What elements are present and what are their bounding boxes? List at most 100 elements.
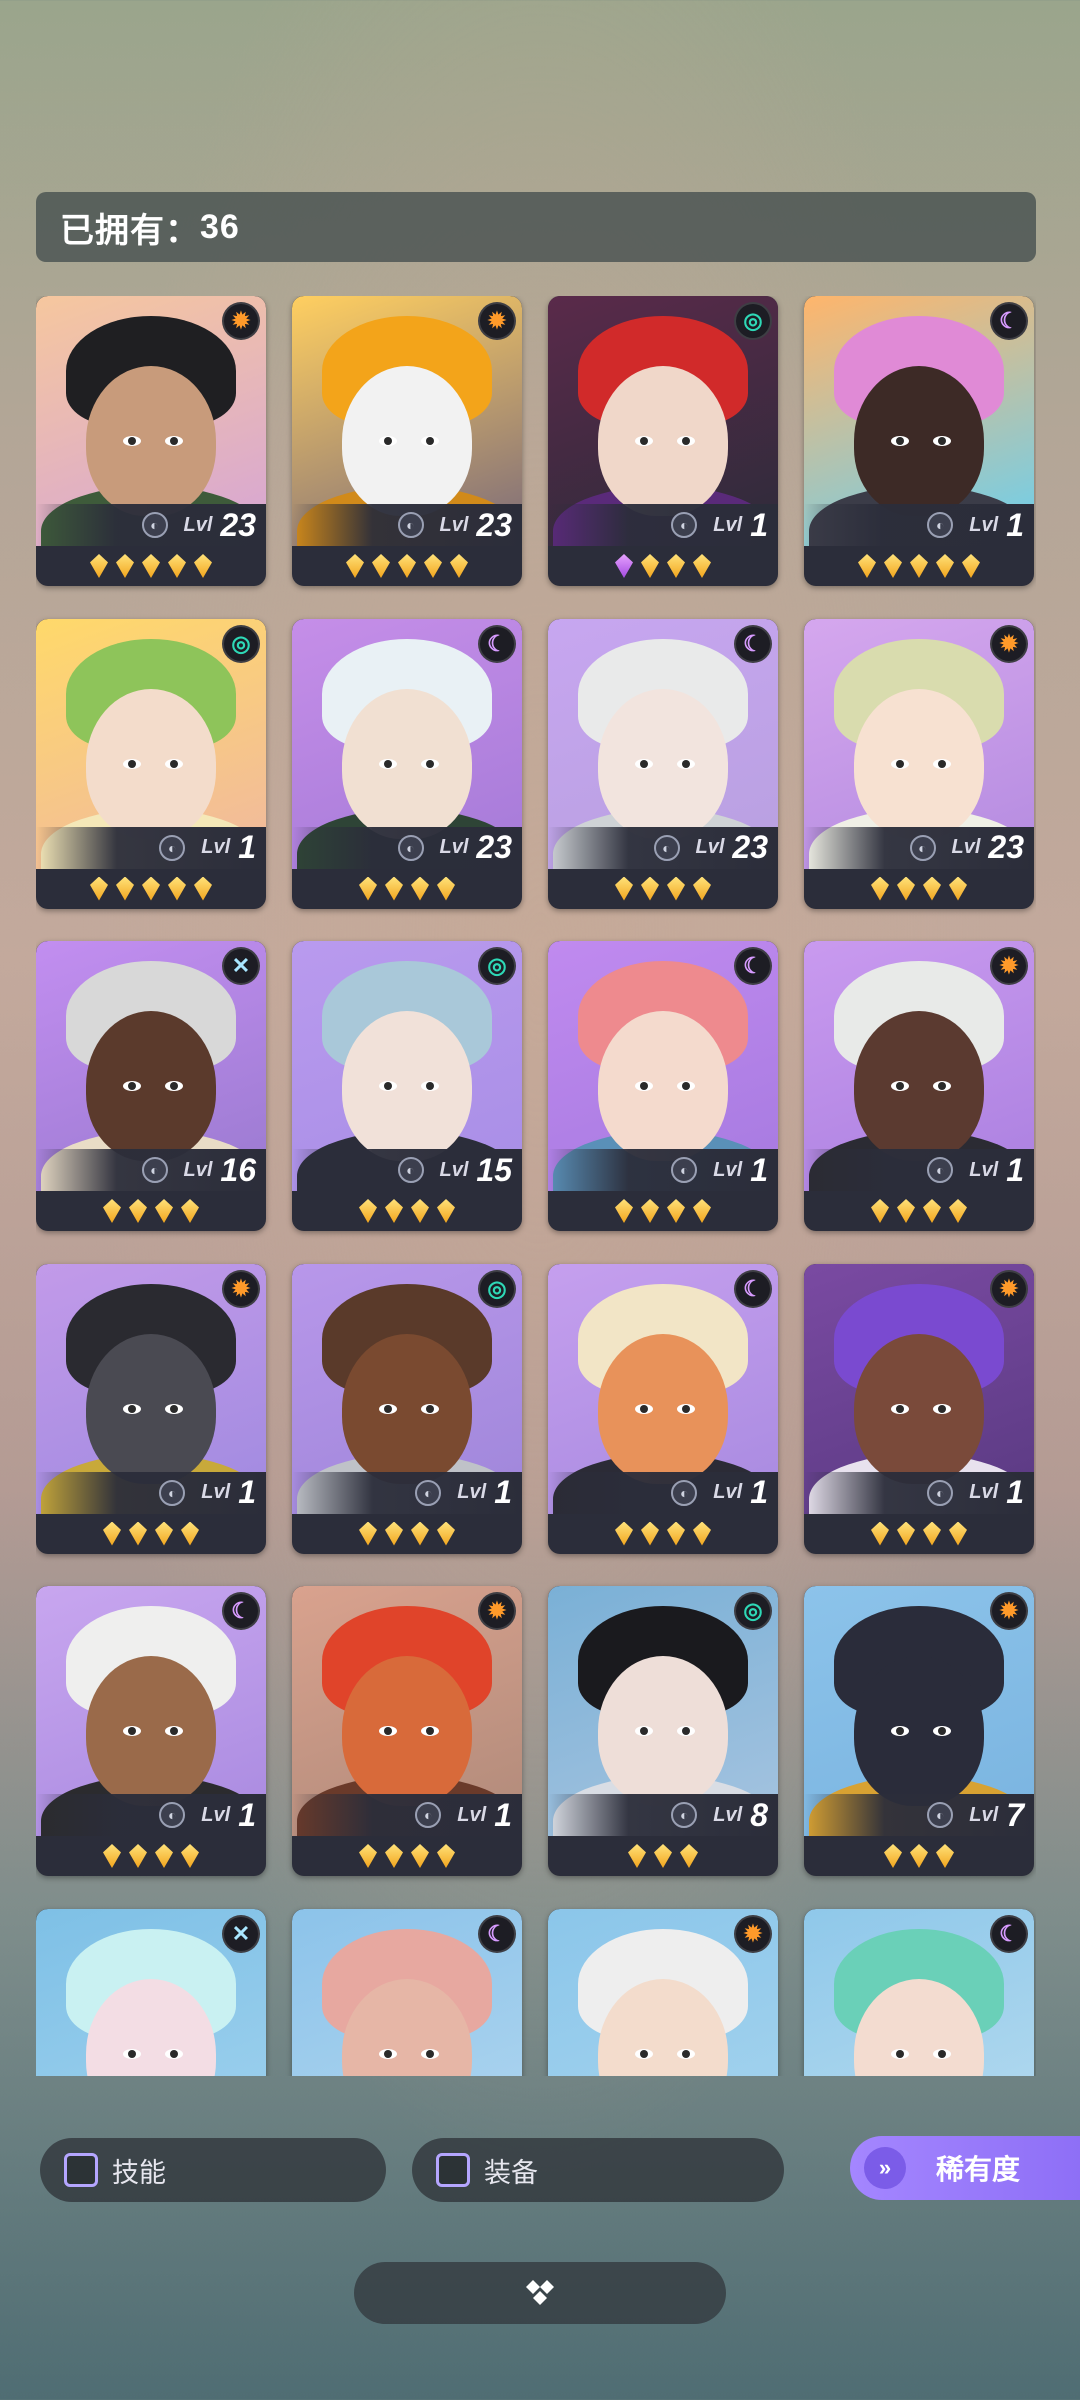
- level-bar: ◐ Lvl 1: [36, 826, 266, 869]
- moon-element-icon: ☾: [734, 947, 772, 985]
- class-icon: ◐: [927, 1157, 954, 1183]
- star-gem-icon: [641, 1199, 659, 1223]
- level-prefix: Lvl: [969, 1481, 999, 1503]
- class-icon: ◐: [927, 1479, 954, 1506]
- level-bar: ◐ Lvl 1: [36, 1471, 266, 1514]
- star-rating: [804, 546, 1034, 586]
- star-rating: [548, 1191, 778, 1231]
- hero-card[interactable]: ◎ ◐ Lvl 1: [36, 618, 266, 909]
- star-gem-icon: [129, 1521, 147, 1546]
- star-rating: [548, 869, 778, 909]
- star-gem-icon: [680, 1844, 698, 1868]
- star-gem-icon: [103, 1844, 121, 1868]
- class-icon: ◐: [397, 512, 424, 538]
- hero-card[interactable]: ✹ ◐ Lvl 23: [292, 296, 522, 586]
- hero-card[interactable]: ✹ ◐ Lvl 1: [804, 1263, 1034, 1554]
- hero-grid: ✹ ◐ Lvl 23 ✹ ◐ Lvl 23 ◎ ◐ Lvl 1 ☾ ◐ Lvl 1 ◎ ◐ Lvl 1 ☾ ◐ Lvl 23 ☾…: [36, 296, 1036, 2076]
- star-gem-icon: [949, 1199, 967, 1223]
- star-gem-icon: [923, 1521, 941, 1546]
- star-gem-icon: [385, 1521, 403, 1546]
- hero-card[interactable]: ☾ ◐ Lvl 1: [548, 1263, 778, 1554]
- star-gem-icon: [897, 1199, 915, 1223]
- equipment-filter-toggle[interactable]: 装备: [412, 2138, 784, 2202]
- level-value: 1: [238, 1796, 256, 1833]
- level-value: 1: [1006, 506, 1024, 543]
- star-gem-icon: [155, 1844, 173, 1868]
- moon-element-icon: ☾: [222, 1592, 260, 1630]
- owned-label: 已拥有：: [60, 211, 200, 250]
- hero-card[interactable]: ☾: [292, 1908, 522, 2076]
- level-value: 1: [494, 1796, 512, 1833]
- hero-card[interactable]: ☾ ◐ Lvl 1: [804, 296, 1034, 586]
- sun-element-icon: ✹: [990, 947, 1028, 985]
- hero-card[interactable]: ◎ ◐ Lvl 15: [292, 941, 522, 1231]
- hero-card[interactable]: ✹ ◐ Lvl 7: [804, 1586, 1034, 1876]
- star-gem-icon: [359, 1844, 377, 1868]
- star-gem-icon: [411, 1521, 429, 1546]
- level-value: 1: [494, 1474, 512, 1510]
- star-gem-icon: [923, 876, 941, 901]
- level-prefix: Lvl: [713, 1803, 743, 1826]
- class-icon: ◐: [397, 1157, 424, 1183]
- hero-card[interactable]: ✹ ◐ Lvl 1: [804, 941, 1034, 1231]
- star-gem-icon: [641, 554, 659, 578]
- star-gem-icon: [168, 876, 186, 901]
- hero-card[interactable]: ☾ ◐ Lvl 1: [36, 1586, 266, 1876]
- star-gem-icon: [155, 1521, 173, 1546]
- hero-card[interactable]: ✹ ◐ Lvl 1: [36, 1263, 266, 1554]
- level-prefix: Lvl: [713, 513, 743, 536]
- level-bar: ◐ Lvl 23: [36, 504, 266, 546]
- sun-element-icon: ✹: [478, 1592, 516, 1630]
- hero-card[interactable]: ◎ ◐ Lvl 1: [548, 296, 778, 586]
- hero-card[interactable]: ☾: [804, 1908, 1034, 2076]
- hero-card[interactable]: ☾ ◐ Lvl 23: [292, 618, 522, 909]
- swirl-element-icon: ◎: [734, 302, 772, 340]
- hero-card[interactable]: ✕ ◐ Lvl 16: [36, 941, 266, 1231]
- hero-card[interactable]: ◎ ◐ Lvl 1: [292, 1263, 522, 1554]
- level-value: 1: [750, 1474, 768, 1510]
- star-rating: [36, 1514, 266, 1554]
- owned-count: 36: [200, 207, 240, 246]
- star-gem-icon: [90, 554, 108, 578]
- level-value: 23: [732, 829, 768, 865]
- owned-count-bar: 已拥有： 36: [36, 192, 1036, 262]
- equipment-checkbox[interactable]: [436, 2153, 470, 2187]
- level-prefix: Lvl: [439, 1158, 469, 1181]
- class-icon: ◐: [141, 512, 168, 538]
- star-gem-icon: [615, 554, 633, 578]
- star-rating: [548, 1836, 778, 1876]
- star-gem-icon: [923, 1199, 941, 1223]
- star-gem-icon: [871, 1521, 889, 1546]
- rarity-sort-button[interactable]: » 稀有度: [850, 2136, 1080, 2200]
- skill-filter-toggle[interactable]: 技能: [40, 2138, 386, 2202]
- star-gem-icon: [385, 1199, 403, 1223]
- sun-element-icon: ✹: [734, 1914, 772, 1953]
- level-value: 1: [1006, 1151, 1024, 1188]
- level-bar: ◐ Lvl 1: [804, 1149, 1034, 1191]
- hero-card[interactable]: ✹: [548, 1908, 778, 2076]
- hero-card[interactable]: ☾ ◐ Lvl 1: [548, 941, 778, 1231]
- hero-card[interactable]: ✹ ◐ Lvl 23: [36, 296, 266, 586]
- skill-checkbox[interactable]: [64, 2153, 98, 2187]
- skill-filter-label: 技能: [112, 2157, 166, 2188]
- level-prefix: Lvl: [201, 1803, 231, 1826]
- collapse-button[interactable]: [354, 2262, 726, 2324]
- star-gem-icon: [194, 554, 212, 578]
- class-icon: ◐: [159, 1479, 186, 1506]
- class-icon: ◐: [671, 512, 698, 538]
- star-gem-icon: [871, 876, 889, 901]
- star-gem-icon: [936, 1844, 954, 1868]
- diamond-cluster-icon: [526, 2280, 554, 2305]
- star-gem-icon: [897, 876, 915, 901]
- star-gem-icon: [615, 876, 633, 901]
- hero-card[interactable]: ✕: [36, 1908, 266, 2076]
- star-gem-icon: [359, 1199, 377, 1223]
- moon-element-icon: ☾: [734, 1269, 772, 1308]
- hero-card[interactable]: ✹ ◐ Lvl 1: [292, 1586, 522, 1876]
- sun-element-icon: ✹: [222, 1269, 260, 1308]
- hero-card[interactable]: ✹ ◐ Lvl 23: [804, 618, 1034, 909]
- hero-card[interactable]: ◎ ◐ Lvl 8: [548, 1586, 778, 1876]
- star-gem-icon: [103, 1521, 121, 1546]
- hero-card[interactable]: ☾ ◐ Lvl 23: [548, 618, 778, 909]
- level-prefix: Lvl: [695, 836, 725, 858]
